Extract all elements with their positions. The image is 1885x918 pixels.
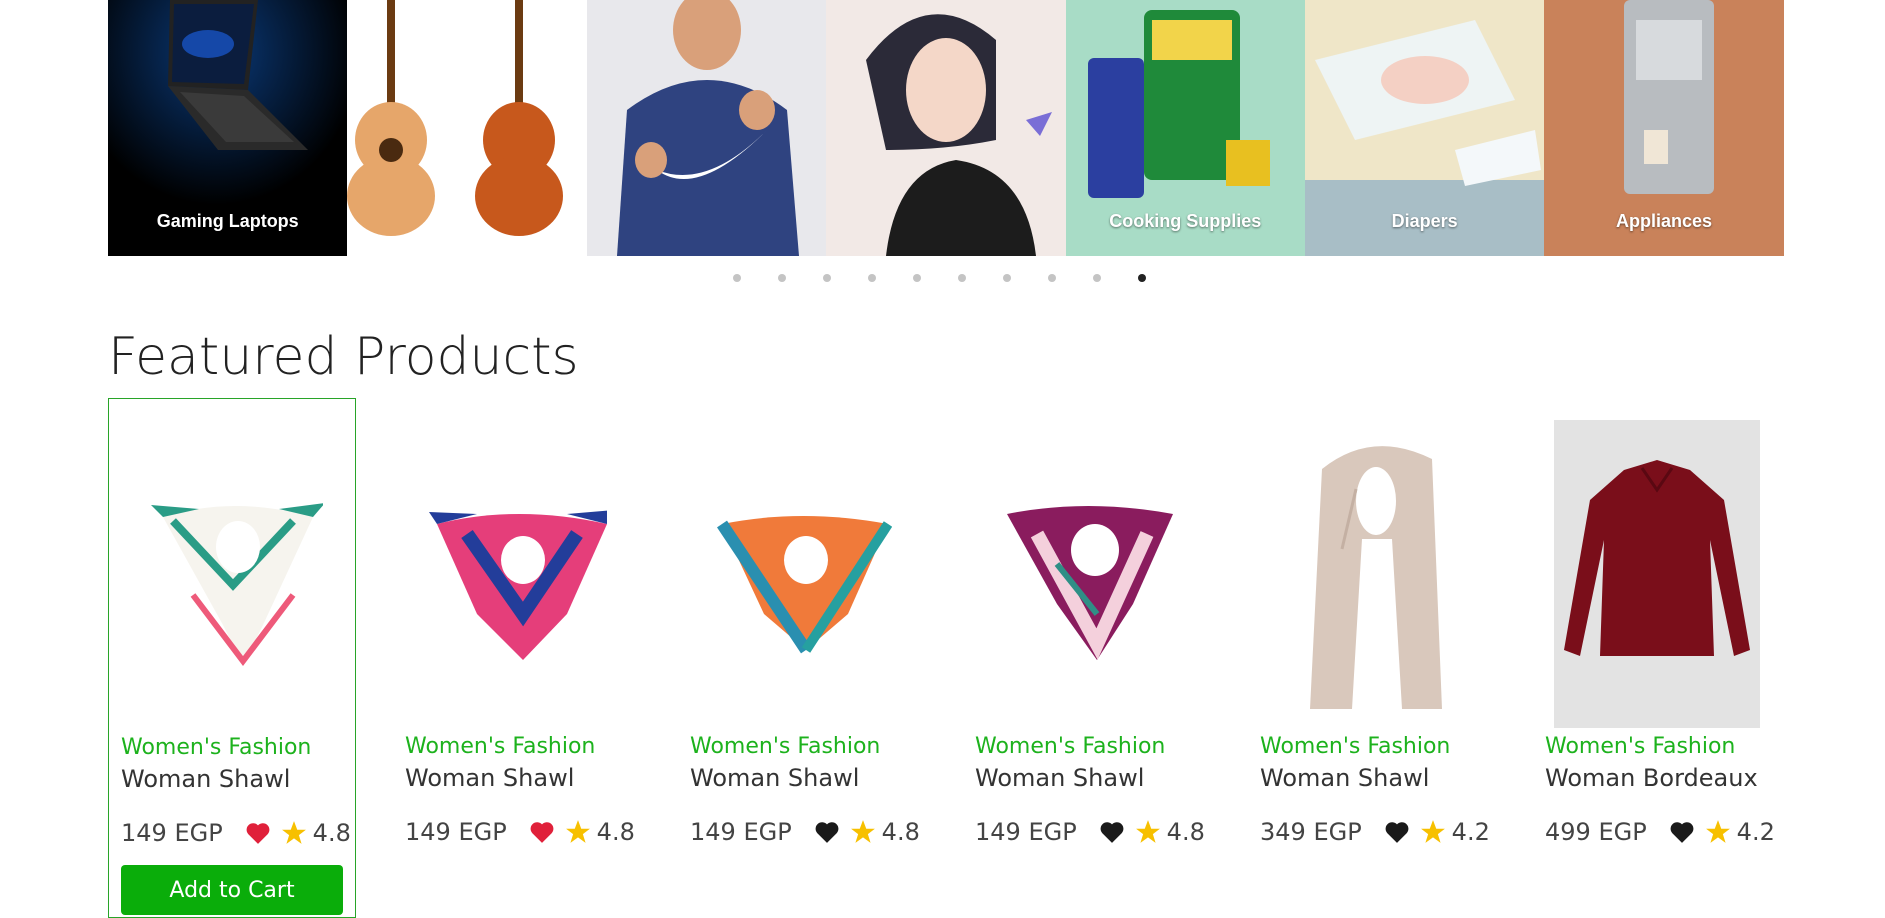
star-icon [1705, 820, 1730, 843]
product-name[interactable]: Woman Shawl [1260, 764, 1429, 792]
product-category[interactable]: Women's Fashion [405, 734, 595, 759]
carousel-dot[interactable] [958, 274, 966, 282]
product-meta: 499 EGP 4.2 [1545, 818, 1775, 846]
carousel-dot[interactable] [1093, 274, 1101, 282]
slide-hoodie[interactable] [586, 0, 827, 256]
star-icon [1135, 820, 1160, 843]
carousel-dot[interactable] [778, 274, 786, 282]
product-image[interactable] [1545, 420, 1769, 728]
product-meta: 149 EGP 4.8 [405, 818, 635, 846]
acoustic-guitars-image [347, 0, 564, 236]
product-image[interactable] [690, 420, 914, 728]
product-price: 349 EGP [1260, 818, 1362, 846]
heart-icon[interactable] [245, 821, 271, 845]
product-rating: 4.8 [881, 818, 920, 846]
heart-icon[interactable] [1384, 820, 1410, 844]
product-rating: 4.8 [1166, 818, 1205, 846]
heart-icon[interactable] [814, 820, 840, 844]
product-grid: Women's Fashion Woman Shawl 149 EGP 4.8 … [108, 398, 1782, 918]
slide-label: Cooking Supplies [1109, 211, 1262, 231]
scarf-orange-teal-image [717, 516, 892, 654]
product-card[interactable]: Women's Fashion Woman Bordeaux 499 EGP 4… [1533, 398, 1781, 918]
slide-diapers[interactable]: Diapers [1304, 0, 1545, 256]
carousel-dot[interactable] [1003, 274, 1011, 282]
product-category[interactable]: Women's Fashion [975, 734, 1165, 759]
heart-icon[interactable] [1669, 820, 1695, 844]
bordeaux-shirt-image [1554, 420, 1760, 728]
product-rating: 4.2 [1736, 818, 1775, 846]
category-carousel[interactable]: Gaming Laptops Cooking Supplies Diapers … [108, 0, 1784, 256]
product-card[interactable]: Women's Fashion Woman Shawl 149 EGP 4.8 [963, 398, 1211, 918]
slide-label: Appliances [1616, 211, 1713, 231]
slide-label: Gaming Laptops [156, 211, 299, 231]
star-icon [281, 821, 306, 844]
product-name[interactable]: Woman Shawl [690, 764, 859, 792]
product-name[interactable]: Woman Shawl [121, 765, 290, 793]
star-icon [565, 820, 590, 843]
product-image[interactable] [975, 420, 1199, 728]
product-category[interactable]: Women's Fashion [690, 734, 880, 759]
scarf-white-green-image [151, 503, 323, 666]
star-icon [1420, 820, 1445, 843]
product-meta: 149 EGP 4.8 [975, 818, 1205, 846]
slide-gaming-laptops[interactable]: Gaming Laptops [108, 0, 348, 256]
carousel-dot[interactable] [733, 274, 741, 282]
slide-appliances[interactable]: Appliances [1544, 0, 1784, 256]
product-image[interactable] [405, 420, 629, 728]
scarf-pink-blue-image [429, 510, 607, 660]
product-image[interactable] [121, 421, 345, 729]
product-name[interactable]: Woman Shawl [405, 764, 574, 792]
product-image[interactable] [1260, 420, 1484, 728]
section-title: Featured Products [108, 327, 579, 387]
nike-hoodie-man-image [616, 0, 799, 256]
product-price: 149 EGP [405, 818, 507, 846]
scarf-purple-image [1007, 506, 1173, 660]
slide-label: Diapers [1391, 211, 1458, 231]
anime-girl-image [866, 14, 1053, 256]
slide-anime[interactable] [826, 0, 1066, 256]
add-to-cart-button[interactable]: Add to Cart [121, 865, 343, 915]
product-price: 499 EGP [1545, 818, 1647, 846]
product-name[interactable]: Woman Bordeaux [1545, 764, 1758, 792]
product-price: 149 EGP [690, 818, 792, 846]
carousel-dot[interactable] [1138, 274, 1146, 282]
product-card[interactable]: Women's Fashion Woman Shawl 149 EGP 4.8 [678, 398, 926, 918]
product-price: 149 EGP [121, 819, 223, 847]
star-icon [850, 820, 875, 843]
heart-icon[interactable] [529, 820, 555, 844]
slide-cooking[interactable]: Cooking Supplies [1065, 0, 1305, 256]
product-card[interactable]: Women's Fashion Woman Shawl 349 EGP 4.2 [1248, 398, 1496, 918]
carousel-dot[interactable] [1048, 274, 1056, 282]
product-category[interactable]: Women's Fashion [121, 735, 311, 760]
product-meta: 349 EGP 4.2 [1260, 818, 1490, 846]
carousel-dot[interactable] [868, 274, 876, 282]
product-rating: 4.8 [596, 818, 635, 846]
product-meta: 149 EGP 4.8 [121, 819, 351, 847]
product-category[interactable]: Women's Fashion [1545, 734, 1735, 759]
product-name[interactable]: Woman Shawl [975, 764, 1144, 792]
product-rating: 4.8 [312, 819, 351, 847]
product-price: 149 EGP [975, 818, 1077, 846]
scarf-beige-image [1310, 446, 1442, 709]
carousel-dot[interactable] [913, 274, 921, 282]
product-meta: 149 EGP 4.8 [690, 818, 920, 846]
slide-guitars[interactable] [347, 0, 587, 256]
product-card[interactable]: Women's Fashion Woman Shawl 149 EGP 4.8 … [108, 398, 356, 918]
carousel-pagination [733, 274, 1146, 282]
product-category[interactable]: Women's Fashion [1260, 734, 1450, 759]
carousel-dot[interactable] [823, 274, 831, 282]
product-rating: 4.2 [1451, 818, 1490, 846]
product-card[interactable]: Women's Fashion Woman Shawl 149 EGP 4.8 [393, 398, 641, 918]
heart-icon[interactable] [1099, 820, 1125, 844]
